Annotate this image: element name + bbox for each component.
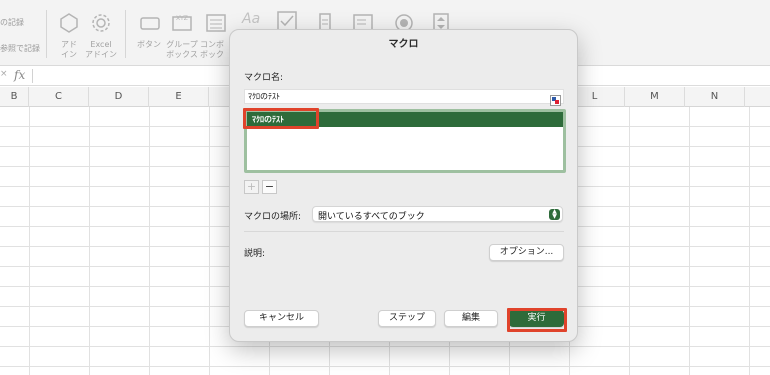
column-header-d[interactable]: D — [89, 87, 149, 107]
addin-icon[interactable] — [58, 12, 80, 34]
fx-icon[interactable]: fx — [14, 68, 25, 82]
groupbox-label-line2: ボックス — [166, 50, 198, 59]
options-button[interactable]: オプション... — [489, 244, 564, 261]
section-divider — [244, 231, 564, 232]
excel-addins-button-label[interactable]: Excel アドイン — [84, 40, 118, 60]
edit-button[interactable]: 編集 — [444, 310, 498, 327]
macro-location-label: マクロの場所: — [244, 212, 302, 222]
groupbox-label[interactable]: グループ ボックス — [164, 40, 200, 60]
combo-label-line2: ボック — [200, 50, 224, 59]
macro-location-select[interactable]: 開いているすべてのブック ▲ ▼ — [312, 206, 563, 222]
excel-addins-label-line2: アドイン — [85, 50, 117, 59]
relative-reference-label[interactable]: 参照で記録 — [0, 44, 40, 54]
macro-name-value: ﾏｸﾛのﾃｽﾄ — [248, 92, 280, 101]
red-highlight-box — [243, 108, 319, 129]
ribbon-separator — [46, 10, 47, 58]
svg-text:XYZ: XYZ — [176, 15, 188, 22]
addins-button-label[interactable]: アド イン — [58, 40, 80, 60]
step-button[interactable]: ステップ — [378, 310, 436, 327]
macro-location-value: 開いているすべてのブック — [318, 212, 425, 222]
description-label: 説明: — [244, 249, 266, 259]
groupbox-label-line1: グループ — [166, 40, 198, 49]
column-header-m[interactable]: M — [625, 87, 685, 107]
cancel-button[interactable]: キャンセル — [244, 310, 319, 327]
combo-label-line1: コンボ — [200, 40, 224, 49]
stepper-icon: ▲ ▼ — [549, 209, 560, 220]
button-control-icon[interactable] — [139, 12, 161, 34]
macro-name-input[interactable]: ﾏｸﾛのﾃｽﾄ — [244, 89, 564, 106]
addins-label-line1: アド — [61, 40, 77, 49]
column-header-e[interactable]: E — [149, 87, 209, 107]
macro-name-label: マクロ名: — [244, 73, 284, 83]
remove-macro-button[interactable]: − — [262, 180, 277, 194]
groupbox-icon[interactable]: XYZ — [171, 12, 193, 34]
macro-name-picker-icon[interactable] — [550, 91, 561, 106]
gear-icon[interactable] — [90, 12, 112, 34]
column-header-n[interactable]: N — [685, 87, 745, 107]
column-header-b[interactable]: B — [0, 87, 29, 107]
formula-cancel-icon[interactable]: × — [0, 69, 8, 79]
column-header-c[interactable]: C — [29, 87, 89, 107]
dialog-title: マクロ — [388, 39, 419, 50]
button-control-label[interactable]: ボタン — [134, 40, 164, 50]
formula-bar-divider — [32, 69, 33, 83]
excel-addins-label-line1: Excel — [90, 40, 112, 49]
record-macro-label[interactable]: の記録 — [0, 18, 24, 28]
ribbon-separator — [125, 10, 126, 58]
addins-label-line2: イン — [61, 50, 77, 59]
label-icon[interactable]: Aa — [242, 12, 260, 26]
red-highlight-box — [507, 308, 567, 332]
listbox-icon[interactable] — [205, 12, 227, 34]
add-macro-button[interactable]: + — [244, 180, 259, 194]
macro-dialog: マクロ マクロ名: ﾏｸﾛのﾃｽﾄ ﾏｸﾛのﾃｽﾄ + − マクロの場所: 開い… — [229, 29, 578, 342]
combo-label[interactable]: コンボ ボック — [200, 40, 230, 60]
